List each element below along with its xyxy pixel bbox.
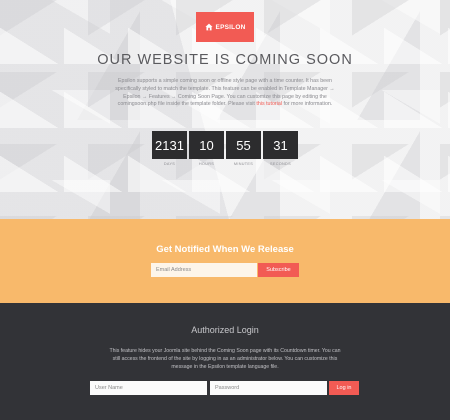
countdown-timer: 2131 DAYS 10 HOURS 55 MINUTES 31 SECONDS xyxy=(0,131,450,171)
notify-section: Get Notified When We Release Subscribe xyxy=(0,219,450,303)
countdown-hours: 10 HOURS xyxy=(189,131,224,166)
tutorial-link[interactable]: this tutorial xyxy=(256,101,282,107)
countdown-seconds: 31 SECONDS xyxy=(263,131,298,166)
countdown-minutes: 55 MINUTES xyxy=(226,131,261,166)
countdown-days: 2131 DAYS xyxy=(152,131,187,166)
subscribe-button[interactable]: Subscribe xyxy=(258,263,299,277)
login-title: Authorized Login xyxy=(191,325,259,335)
countdown-hours-value: 10 xyxy=(189,131,224,159)
countdown-minutes-value: 55 xyxy=(226,131,261,159)
brand-logo[interactable]: EPSILON xyxy=(196,12,254,42)
countdown-minutes-label: MINUTES xyxy=(233,162,254,166)
countdown-seconds-label: SECONDS xyxy=(270,162,291,166)
countdown-days-label: DAYS xyxy=(163,162,176,166)
page-title: OUR WEBSITE IS COMING SOON xyxy=(97,52,353,68)
login-button[interactable]: Log in xyxy=(329,381,359,395)
countdown-seconds-value: 31 xyxy=(263,131,298,159)
hero-description: Epsilon supports a simple coming soon or… xyxy=(110,78,340,109)
login-section: Authorized Login This feature hides your… xyxy=(0,303,450,420)
password-input[interactable] xyxy=(210,381,327,395)
hero-description-end: for more information. xyxy=(281,101,333,108)
username-input[interactable] xyxy=(90,381,207,395)
email-input[interactable] xyxy=(151,263,257,277)
home-icon xyxy=(205,23,213,31)
countdown-hours-label: HOURS xyxy=(198,162,215,166)
login-description: This feature hides your Joomla site behi… xyxy=(109,348,341,370)
hero-section: EPSILON OUR WEBSITE IS COMING SOON Epsil… xyxy=(0,0,450,219)
notify-title: Get Notified When We Release xyxy=(156,244,294,255)
logo-text: EPSILON xyxy=(215,23,246,31)
countdown-days-value: 2131 xyxy=(152,131,187,159)
